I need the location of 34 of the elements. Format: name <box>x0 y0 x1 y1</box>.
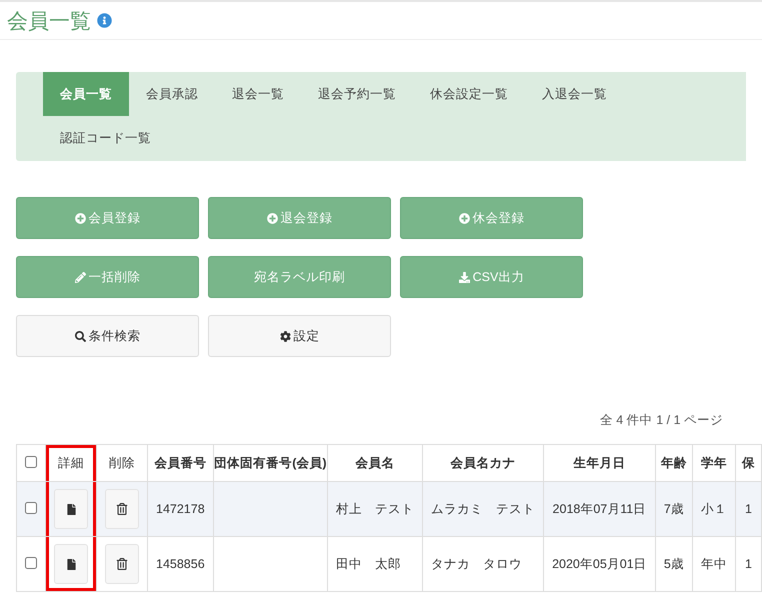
nav-tab[interactable]: 会員承認 <box>129 72 215 116</box>
action-button[interactable]: 設定 <box>208 315 391 357</box>
nav-tab[interactable]: 休会設定一覧 <box>413 72 525 116</box>
table-cell: 年中 <box>692 536 736 592</box>
nav-tab[interactable]: 退会一覧 <box>215 72 301 116</box>
file-icon <box>66 504 76 514</box>
row-checkbox[interactable] <box>25 556 37 568</box>
table-cell: 1458856 <box>148 536 214 592</box>
delete-button[interactable] <box>105 489 139 529</box>
nav-tab[interactable]: 入退会一覧 <box>525 72 624 116</box>
settings-icon <box>280 330 290 342</box>
action-button[interactable]: 条件検索 <box>16 315 199 357</box>
delete-button[interactable] <box>105 544 139 584</box>
pagination-text: 全 4 件中 1 / 1 ページ <box>598 412 723 429</box>
row-checkbox[interactable] <box>25 502 37 514</box>
pencil-icon <box>74 272 86 282</box>
table-cell: タナカ タロウ <box>422 536 544 592</box>
trash-icon <box>116 503 128 515</box>
page-title: 会員一覧 <box>7 8 91 34</box>
table-cell: 2020年05月01日 <box>544 536 656 592</box>
file-icon <box>66 558 76 570</box>
info-icon[interactable] <box>97 13 112 28</box>
nav-tab[interactable]: 認証コード一覧 <box>43 116 168 160</box>
search-icon <box>74 330 86 342</box>
trash-icon <box>116 558 128 570</box>
download-icon <box>458 272 470 282</box>
detail-button[interactable] <box>54 544 88 584</box>
nav-tab[interactable]: 退会予約一覧 <box>301 72 413 116</box>
table-cell: 1 <box>736 536 762 592</box>
table-cell: 田中 太郎 <box>328 536 423 592</box>
detail-button[interactable] <box>54 489 88 529</box>
table-cell: 5歳 <box>655 536 693 592</box>
select-all-checkbox[interactable] <box>25 456 37 468</box>
column-header: 詳細 <box>46 444 96 482</box>
